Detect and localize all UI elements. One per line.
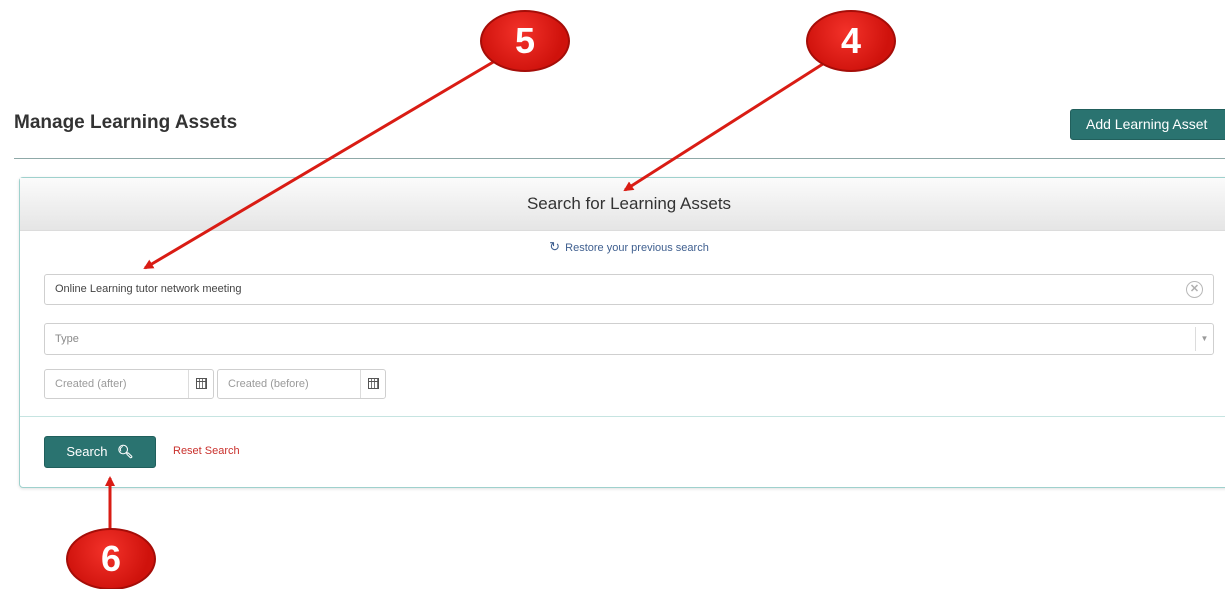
callout-5: 5	[480, 10, 570, 72]
callout-4: 4	[806, 10, 896, 72]
callout-6: 6	[66, 528, 156, 589]
arrow-4	[623, 60, 827, 192]
annotation-arrows	[105, 56, 827, 533]
arrow-5	[143, 56, 501, 270]
page: Manage Learning Assets Add Learning Asse…	[0, 0, 1225, 589]
